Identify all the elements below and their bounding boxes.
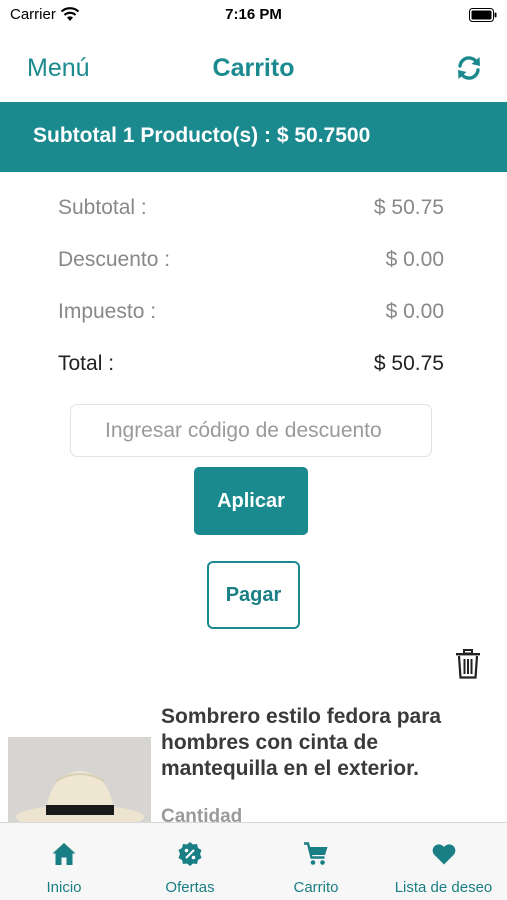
- tab-label: Lista de deseo: [394, 879, 493, 896]
- product-name: Sombrero estilo fedora para hombres con …: [161, 705, 442, 780]
- apply-discount-button[interactable]: Aplicar: [194, 467, 308, 535]
- summary-row-total: Total : $ 50.75: [58, 352, 444, 404]
- navigation-bar: Menú Carrito: [0, 30, 507, 102]
- product-image: [8, 737, 151, 827]
- pay-button[interactable]: Pagar: [207, 561, 300, 629]
- trash-icon[interactable]: [455, 649, 481, 679]
- tab-inicio[interactable]: Inicio: [14, 823, 114, 900]
- tab-carrito[interactable]: Carrito: [266, 823, 366, 900]
- tab-label: Ofertas: [165, 879, 215, 896]
- tab-label: Carrito: [293, 879, 339, 896]
- summary-value: $ 50.75: [373, 352, 444, 375]
- summary-row-discount: Descuento : $ 0.00: [58, 248, 444, 300]
- discount-code-input[interactable]: [70, 404, 432, 457]
- order-summary: Subtotal : $ 50.75 Descuento : $ 0.00 Im…: [58, 196, 444, 404]
- tab-label: Inicio: [46, 879, 82, 896]
- refresh-icon[interactable]: [455, 54, 483, 82]
- summary-label: Total :: [58, 352, 115, 375]
- tab-ofertas[interactable]: Ofertas: [140, 823, 240, 900]
- home-icon: [52, 843, 76, 865]
- status-time: 7:16 PM: [225, 6, 282, 23]
- offers-icon: [178, 842, 202, 866]
- summary-row-subtotal: Subtotal : $ 50.75: [58, 196, 444, 248]
- cart-icon: [304, 842, 328, 865]
- summary-label: Descuento :: [58, 248, 171, 271]
- summary-value: $ 0.00: [385, 300, 444, 323]
- subtotal-banner: Subtotal 1 Producto(s) : $ 50.7500: [0, 102, 507, 172]
- subtotal-banner-text: Subtotal 1 Producto(s) : $ 50.7500: [33, 124, 371, 147]
- heart-icon: [432, 844, 455, 865]
- summary-label: Subtotal :: [58, 196, 147, 219]
- battery-icon: [469, 8, 497, 22]
- status-bar: Carrier 7:16 PM: [0, 0, 507, 30]
- summary-value: $ 50.75: [373, 196, 444, 219]
- tab-bar: Inicio Ofertas Carrito Lista de deseo: [0, 822, 507, 900]
- page-title: Carrito: [212, 54, 295, 82]
- hat-image: [8, 737, 151, 827]
- tab-lista-de-deseo[interactable]: Lista de deseo: [386, 823, 501, 900]
- summary-value: $ 0.00: [385, 248, 444, 271]
- summary-label: Impuesto :: [58, 300, 157, 323]
- summary-row-tax: Impuesto : $ 0.00: [58, 300, 444, 352]
